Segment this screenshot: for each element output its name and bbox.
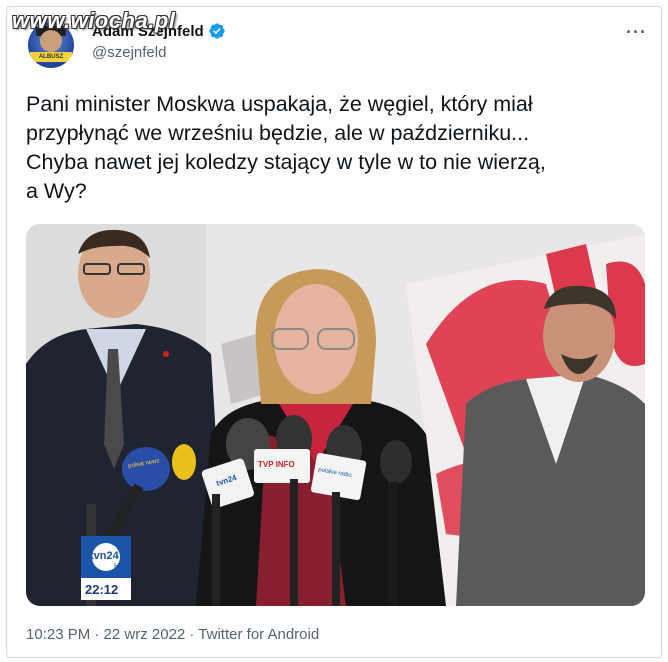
avatar-banner: ALBUSZ — [30, 52, 72, 62]
tweet-text: Pani minister Moskwa uspakaja, że węgiel… — [26, 92, 546, 203]
channel-logo: tvn24 — [90, 550, 119, 562]
tweet-photo[interactable]: tvn24 HD 22:12 polsat news tvn24 TVP INF… — [26, 224, 645, 606]
verified-badge-icon — [209, 23, 225, 39]
tv-clock: 22:12 — [85, 582, 119, 597]
mic-label-tvp: TVP INFO — [258, 460, 295, 469]
tweet-timestamp[interactable]: 10:23 PM · 22 wrz 2022 · Twitter for And… — [26, 626, 319, 643]
press-conference-photo — [26, 224, 645, 606]
watermark: www.wiocha.pl — [12, 8, 176, 33]
channel-sub: HD — [114, 563, 125, 570]
more-options-icon[interactable]: ··· — [626, 22, 647, 43]
author-handle[interactable]: @szejnfeld — [92, 44, 166, 61]
